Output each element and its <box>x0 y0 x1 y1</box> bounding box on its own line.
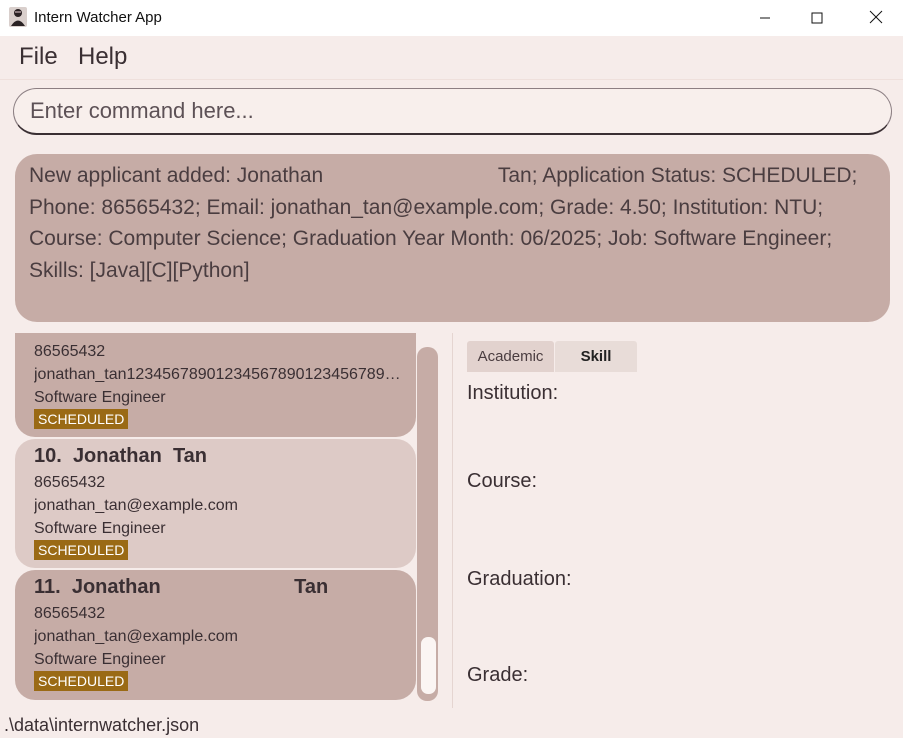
status-bar: .\data\internwatcher.json <box>0 710 903 738</box>
course-label: Course: <box>467 470 538 492</box>
menu-bar: File Help <box>0 36 903 80</box>
close-button[interactable] <box>852 0 900 36</box>
tab-academic[interactable]: Academic <box>467 341 554 372</box>
applicant-name: 10. Jonathan Tan <box>34 445 208 467</box>
maximize-icon <box>811 9 823 28</box>
applicant-phone: 86565432 <box>34 605 106 622</box>
applicant-card[interactable]: 10. Jonathan Tan 86565432 jonathan_tan@e… <box>15 439 416 568</box>
status-badge: SCHEDULED <box>34 671 129 691</box>
result-line: Skills: [Java][C][Python] <box>29 258 250 282</box>
result-line: Phone: 86565432; Email: jonathan_tan@exa… <box>29 195 824 219</box>
institution-label: Institution: <box>467 382 559 404</box>
minimize-button[interactable] <box>741 0 789 36</box>
window-title: Intern Watcher App <box>34 9 162 26</box>
applicant-phone: 86565432 <box>34 343 106 360</box>
result-display: New applicant added: Jonathan Tan; Appli… <box>15 154 890 322</box>
applicant-phone: 86565432 <box>34 474 106 491</box>
result-line: New applicant added: Jonathan Tan; Appli… <box>29 164 858 187</box>
grade-label: Grade: <box>467 664 529 686</box>
applicant-card[interactable]: 11. Jonathan Tan 86565432 jonathan_tan@e… <box>15 570 416 700</box>
close-icon <box>869 9 883 28</box>
command-input[interactable] <box>13 88 892 135</box>
graduation-label: Graduation: <box>467 568 572 590</box>
menu-file[interactable]: File <box>19 43 58 71</box>
applicant-job: Software Engineer <box>34 389 166 406</box>
applicant-email: jonathan_tan@example.com <box>34 497 238 514</box>
status-badge: SCHEDULED <box>34 540 129 560</box>
applicant-email: jonathan_tan1234567890123456789012345678… <box>34 366 409 383</box>
applicant-email: jonathan_tan@example.com <box>34 628 238 645</box>
applicant-job: Software Engineer <box>34 520 166 537</box>
title-bar: Intern Watcher App <box>0 0 903 36</box>
tab-skill[interactable]: Skill <box>555 341 637 372</box>
applicant-icon <box>9 7 27 27</box>
applicant-list: 86565432 jonathan_tan1234567890123456789… <box>0 333 452 708</box>
applicant-card[interactable]: 86565432 jonathan_tan1234567890123456789… <box>15 333 416 437</box>
applicant-job: Software Engineer <box>34 651 166 668</box>
panel-divider <box>452 333 453 708</box>
status-badge: SCHEDULED <box>34 409 129 429</box>
maximize-button[interactable] <box>793 0 841 36</box>
minimize-icon <box>759 9 771 28</box>
data-file-path: .\data\internwatcher.json <box>4 715 200 735</box>
result-line: Course: Computer Science; Graduation Yea… <box>29 227 833 250</box>
menu-help[interactable]: Help <box>78 43 127 71</box>
applicant-name: 11. Jonathan Tan <box>34 576 329 598</box>
list-scrollbar-thumb[interactable] <box>421 637 436 694</box>
